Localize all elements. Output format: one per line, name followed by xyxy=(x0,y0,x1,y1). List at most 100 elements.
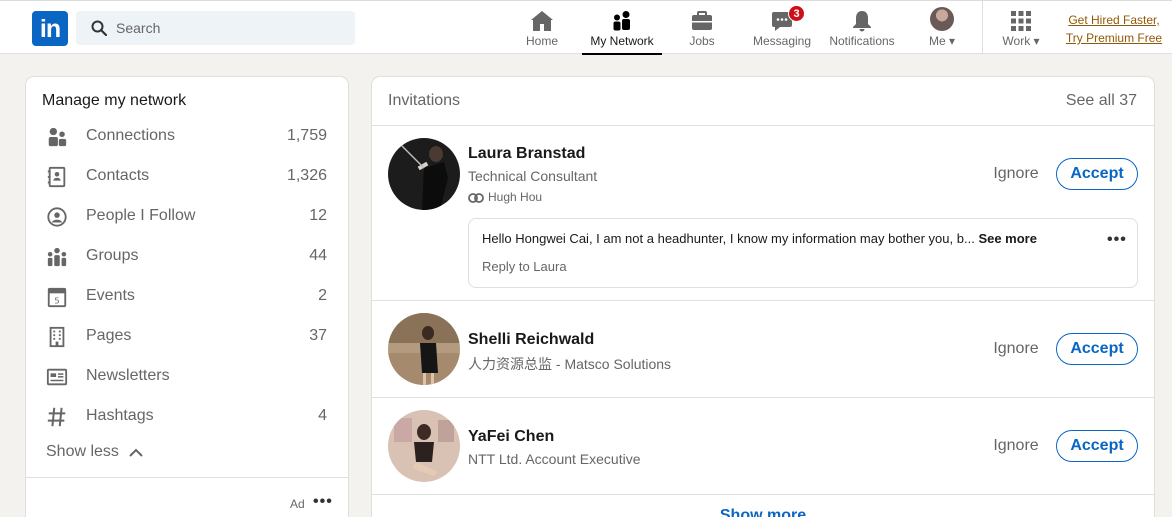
linkedin-logo[interactable]: in xyxy=(32,11,68,46)
avatar xyxy=(930,7,954,31)
accept-button[interactable]: Accept xyxy=(1056,430,1138,462)
profile-photo xyxy=(388,313,460,385)
connections-icon xyxy=(48,127,67,147)
nav-work[interactable]: Work ▾ xyxy=(996,1,1046,54)
search-icon xyxy=(91,20,107,36)
invitation-title: NTT Ltd. Account Executive xyxy=(468,451,641,467)
search-bar[interactable] xyxy=(76,11,355,45)
card-divider xyxy=(372,300,1154,301)
network-item-count: 44 xyxy=(309,247,327,264)
card-divider xyxy=(26,477,348,478)
network-item-label: Groups xyxy=(86,247,139,264)
avatar[interactable] xyxy=(388,410,460,482)
network-item-label: Events xyxy=(86,287,135,304)
invitation-title: Technical Consultant xyxy=(468,168,598,184)
premium-link[interactable]: Get Hired Faster, Try Premium Free xyxy=(1064,11,1164,47)
see-more-link[interactable]: See more xyxy=(978,231,1037,246)
network-item-events[interactable]: 5 Events 2 xyxy=(26,277,348,317)
invitation-name[interactable]: YaFei Chen xyxy=(468,428,554,446)
network-item-label: Hashtags xyxy=(86,407,154,424)
search-input[interactable] xyxy=(116,18,346,38)
manage-network-heading: Manage my network xyxy=(42,92,187,109)
home-icon xyxy=(531,11,553,31)
avatar[interactable] xyxy=(388,138,460,210)
invitation-name[interactable]: Laura Branstad xyxy=(468,145,585,163)
messaging-badge: 3 xyxy=(788,5,806,22)
follow-icon xyxy=(47,207,67,227)
ad-label: Ad xyxy=(290,497,305,511)
calendar-icon: 5 xyxy=(47,287,67,308)
nav-divider xyxy=(982,1,983,54)
network-item-count: 4 xyxy=(318,407,327,424)
network-item-groups[interactable]: Groups 44 xyxy=(26,237,348,277)
profile-photo xyxy=(388,410,460,482)
chevron-up-icon xyxy=(129,448,143,457)
ad-more-button[interactable]: ••• xyxy=(313,493,333,511)
network-item-hashtags[interactable]: Hashtags 4 xyxy=(26,397,348,437)
premium-line-2: Try Premium Free xyxy=(1065,31,1163,45)
network-item-contacts[interactable]: Contacts 1,326 xyxy=(26,157,348,197)
network-item-pages[interactable]: Pages 37 xyxy=(26,317,348,357)
hashtag-icon xyxy=(47,407,66,427)
avatar[interactable] xyxy=(388,313,460,385)
grid-icon xyxy=(1011,11,1031,31)
nav-work-label: Work ▾ xyxy=(1002,34,1040,48)
see-all-link[interactable]: See all 37 xyxy=(1066,92,1137,110)
network-item-people-follow[interactable]: People I Follow 12 xyxy=(26,197,348,237)
invitations-card: Invitations See all 37 Laura Branstad Te… xyxy=(372,77,1154,517)
manage-network-card: Manage my network Connections 1,759 Cont… xyxy=(26,77,348,517)
groups-icon xyxy=(47,247,67,267)
bell-icon xyxy=(853,11,871,32)
nav-jobs-label: Jobs xyxy=(689,34,715,48)
briefcase-icon xyxy=(692,11,712,30)
nav-messaging[interactable]: 3 Messaging xyxy=(748,1,816,54)
invitation-title: 人力资源总监 - Matsco Solutions xyxy=(468,356,672,372)
ignore-button[interactable]: Ignore xyxy=(984,333,1048,365)
card-divider xyxy=(372,494,1154,495)
nav-my-network-label: My Network xyxy=(590,34,654,48)
nav-jobs[interactable]: Jobs xyxy=(676,1,728,54)
show-more-button[interactable]: Show more xyxy=(372,507,1154,517)
building-icon xyxy=(49,326,65,348)
accept-button[interactable]: Accept xyxy=(1056,333,1138,365)
ignore-button[interactable]: Ignore xyxy=(984,430,1048,462)
nav-home-label: Home xyxy=(525,34,558,48)
invitations-heading: Invitations xyxy=(388,92,461,109)
show-less-button[interactable]: Show less xyxy=(46,443,143,461)
network-item-label: Newsletters xyxy=(86,367,170,384)
mutual-connection-name: Hugh Hou xyxy=(488,190,543,204)
network-item-count: 37 xyxy=(309,327,327,344)
nav-notifications-label: Notifications xyxy=(829,34,895,48)
nav-home[interactable]: Home xyxy=(514,1,570,54)
message-text: Hello Hongwei Cai, I am not a headhunter… xyxy=(482,231,1037,246)
nav-my-network[interactable]: My Network xyxy=(582,1,662,55)
ignore-button[interactable]: Ignore xyxy=(984,158,1048,190)
nav-messaging-label: Messaging xyxy=(752,34,812,48)
network-icon xyxy=(613,11,630,31)
card-divider xyxy=(372,397,1154,398)
network-item-count: 12 xyxy=(309,207,327,224)
invitation-name[interactable]: Shelli Reichwald xyxy=(468,331,594,349)
card-divider xyxy=(372,125,1154,126)
nav-notifications[interactable]: Notifications xyxy=(826,1,898,54)
svg-text:5: 5 xyxy=(54,295,59,305)
network-item-connections[interactable]: Connections 1,759 xyxy=(26,117,348,157)
invitation-message: Hello Hongwei Cai, I am not a headhunter… xyxy=(468,218,1138,288)
mutual-connections-icon xyxy=(468,193,484,203)
nav-me-label: Me ▾ xyxy=(928,34,956,48)
message-more-button[interactable]: ••• xyxy=(1107,231,1127,249)
accept-button[interactable]: Accept xyxy=(1056,158,1138,190)
profile-photo xyxy=(388,138,460,210)
network-item-label: People I Follow xyxy=(86,207,196,224)
chevron-down-icon: ▾ xyxy=(1033,34,1040,48)
network-item-count: 2 xyxy=(318,287,327,304)
message-preview: Hello Hongwei Cai, I am not a headhunter… xyxy=(482,231,975,246)
network-item-count: 1,759 xyxy=(286,127,327,144)
reply-link[interactable]: Reply to Laura xyxy=(482,259,567,274)
show-less-label: Show less xyxy=(46,443,119,460)
network-item-label: Connections xyxy=(86,127,175,144)
network-item-newsletters[interactable]: Newsletters xyxy=(26,357,348,397)
global-nav: in Home My Network Jobs xyxy=(0,0,1172,55)
network-item-label: Contacts xyxy=(86,167,150,184)
nav-me[interactable]: Me ▾ xyxy=(918,1,966,54)
